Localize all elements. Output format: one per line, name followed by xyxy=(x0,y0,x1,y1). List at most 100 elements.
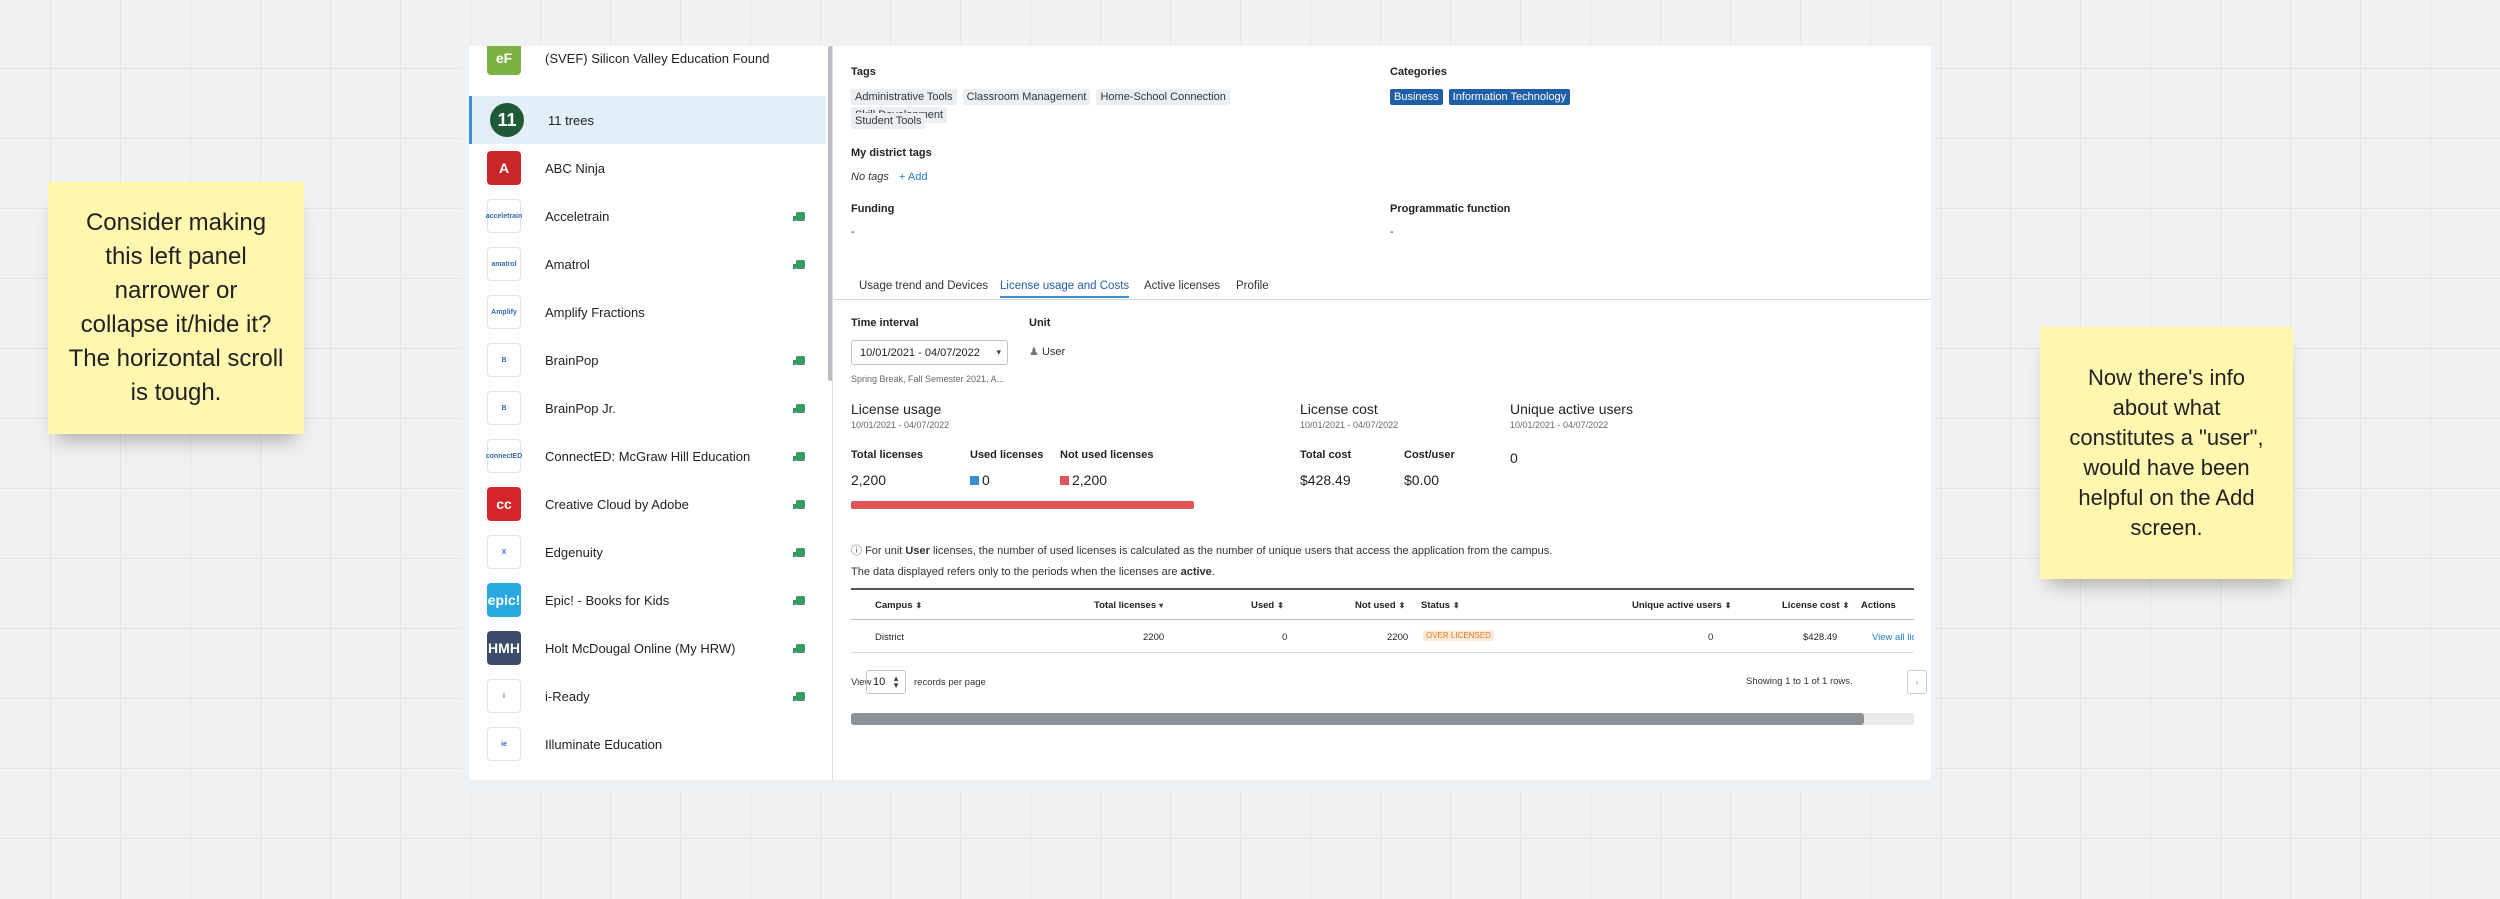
tab-usage-trend[interactable]: Usage trend and Devices xyxy=(859,280,988,292)
app-name: Acceletrain xyxy=(545,208,610,224)
unique-users-value: 0 xyxy=(1510,450,1518,466)
add-tag-link[interactable]: + Add xyxy=(899,171,927,183)
active-info-text: The data displayed refers only to the pe… xyxy=(851,566,1215,578)
app-logo-icon: 11 xyxy=(490,103,524,137)
app-list-item[interactable]: ie Illuminate Education xyxy=(469,720,826,768)
app-list-scrollbar[interactable] xyxy=(828,46,832,381)
sort-icon: ⬍ xyxy=(1724,601,1732,610)
not-used-legend-swatch xyxy=(1060,475,1069,485)
used-licenses-value: 0 xyxy=(982,472,990,488)
total-cost-value: $428.49 xyxy=(1300,472,1351,488)
col-license-cost[interactable]: License cost ⬍ xyxy=(1782,600,1849,611)
programmatic-function-label: Programmatic function xyxy=(1390,203,1511,215)
not-used-licenses-value: 2,200 xyxy=(1072,472,1108,488)
app-list-item[interactable]: 11 11 trees xyxy=(469,96,826,144)
app-name: Holt McDougal Online (My HRW) xyxy=(545,640,736,656)
tab-active-licenses[interactable]: Active licenses xyxy=(1144,280,1220,292)
col-unique-users[interactable]: Unique active users ⬍ xyxy=(1632,600,1731,611)
app-name: i-Ready xyxy=(545,688,590,704)
app-logo-icon: B xyxy=(487,391,521,425)
view-all-licenses-link[interactable]: View all lic xyxy=(1872,632,1914,643)
app-list-item[interactable]: B BrainPop xyxy=(469,336,826,384)
thumbs-up-icon xyxy=(793,451,805,461)
app-list-item[interactable]: cc Creative Cloud by Adobe xyxy=(469,480,826,528)
unit-selector[interactable]: ♟ User xyxy=(1029,345,1065,358)
tab-profile[interactable]: Profile xyxy=(1236,280,1269,292)
info-line2-pre: The data displayed refers only to the pe… xyxy=(851,566,1181,578)
col-cost-label: License cost xyxy=(1782,600,1840,611)
app-list-item[interactable]: epic! Epic! - Books for Kids xyxy=(469,576,826,624)
unit-value: User xyxy=(1041,346,1066,358)
app-list-item[interactable]: Amplify Amplify Fractions xyxy=(469,288,826,336)
total-licenses-label: Total licenses xyxy=(851,449,923,461)
user-icon: ♟ xyxy=(1029,346,1039,358)
cell-total: 2200 xyxy=(1143,632,1165,643)
cell-used: 0 xyxy=(1282,632,1288,643)
app-list-item[interactable]: A ABC Ninja xyxy=(469,144,826,192)
programmatic-function-value: - xyxy=(1390,226,1394,238)
app-list-item[interactable]: HMH Holt McDougal Online (My HRW) xyxy=(469,624,826,672)
app-name: (SVEF) Silicon Valley Education Found xyxy=(545,50,770,66)
thumbs-up-icon xyxy=(793,211,805,221)
unique-users-range: 10/01/2021 - 04/07/2022 xyxy=(1510,420,1609,430)
license-usage-title: License usage xyxy=(851,401,942,417)
prev-page-button[interactable]: ‹ xyxy=(1907,670,1927,694)
prev-page-icon: ‹ xyxy=(1915,677,1919,687)
sticky-note-left-text: Consider making this left panel narrower… xyxy=(68,209,284,406)
col-campus[interactable]: Campus ⬍ xyxy=(875,600,922,611)
app-window: eF (SVEF) Silicon Valley Education Found 1… xyxy=(469,46,1931,780)
chevron-down-icon: ▾ xyxy=(996,347,1001,357)
status-badge: OVER LICENSED xyxy=(1423,630,1494,641)
tags-list-row2: Student Tools xyxy=(851,111,931,129)
tag-chip: Home-School Connection xyxy=(1096,89,1230,105)
col-unique-label: Unique active users xyxy=(1632,600,1722,611)
app-list-item[interactable]: eF (SVEF) Silicon Valley Education Found xyxy=(469,46,826,82)
app-name: Amplify Fractions xyxy=(545,304,645,320)
app-logo-icon: amatrol xyxy=(487,247,521,281)
thumbs-up-icon xyxy=(793,595,805,605)
sort-icon: ⬍ xyxy=(1277,601,1284,610)
app-name: Epic! - Books for Kids xyxy=(545,592,670,608)
district-tags-label: My district tags xyxy=(851,147,932,159)
app-logo-icon: A xyxy=(487,151,521,185)
thumbs-up-icon xyxy=(793,403,805,413)
sticky-note-right: Now there's info about what constitutes … xyxy=(2040,327,2293,579)
thumbs-up-icon xyxy=(793,643,805,653)
thumbs-up-icon xyxy=(793,547,805,557)
stepper-icon: ▲ ▼ xyxy=(892,674,900,690)
col-status[interactable]: Status ⬍ xyxy=(1421,600,1460,611)
per-page-select[interactable]: 10 ▲ ▼ xyxy=(866,670,906,694)
used-legend-swatch xyxy=(970,475,979,485)
tab-license-usage[interactable]: License usage and Costs xyxy=(1000,280,1130,298)
app-list-item[interactable]: amatrol Amatrol xyxy=(469,240,826,288)
app-list-item[interactable]: i i-Ready xyxy=(469,672,826,720)
col-actions: Actions xyxy=(1861,600,1896,611)
unit-label: Unit xyxy=(1029,317,1051,329)
license-usage-bar xyxy=(851,501,1194,509)
app-list-item[interactable]: X Edgenuity xyxy=(469,528,826,576)
col-total-label: Total licenses xyxy=(1094,600,1157,611)
col-used[interactable]: Used ⬍ xyxy=(1251,600,1284,611)
info-line1-post: licenses, the number of used licenses is… xyxy=(929,545,1553,557)
col-used-label: Used xyxy=(1251,600,1275,611)
license-cost-range: 10/01/2021 - 04/07/2022 xyxy=(1300,420,1399,430)
app-logo-icon: ie xyxy=(487,727,521,761)
col-total-licenses[interactable]: Total licenses ▾ xyxy=(1094,600,1163,611)
time-interval-select[interactable]: 10/01/2021 - 04/07/2022 ▾ xyxy=(851,340,1008,365)
app-name: ConnectED: McGraw Hill Education xyxy=(545,448,751,464)
app-list-item[interactable]: acceletrain Acceletrain xyxy=(469,192,826,240)
license-usage-range: 10/01/2021 - 04/07/2022 xyxy=(851,420,950,430)
unit-info-text: ⓘ For unit User licenses, the number of … xyxy=(851,542,1552,558)
cost-per-user-label: Cost/user xyxy=(1404,449,1455,461)
col-not-used[interactable]: Not used ⬍ xyxy=(1355,600,1405,611)
tag-chip: Student Tools xyxy=(851,113,926,129)
funding-value: - xyxy=(851,226,855,238)
app-list-item[interactable]: connectED ConnectED: McGraw Hill Educatio… xyxy=(469,432,826,480)
app-logo-icon: X xyxy=(487,535,521,569)
unique-users-title: Unique active users xyxy=(1510,401,1633,417)
app-list-item[interactable]: B BrainPop Jr. xyxy=(469,384,826,432)
sort-icon: ⬍ xyxy=(1398,601,1406,610)
table-hscrollbar[interactable] xyxy=(851,713,1864,725)
col-status-label: Status xyxy=(1421,600,1451,611)
total-cost-label: Total cost xyxy=(1300,449,1352,461)
